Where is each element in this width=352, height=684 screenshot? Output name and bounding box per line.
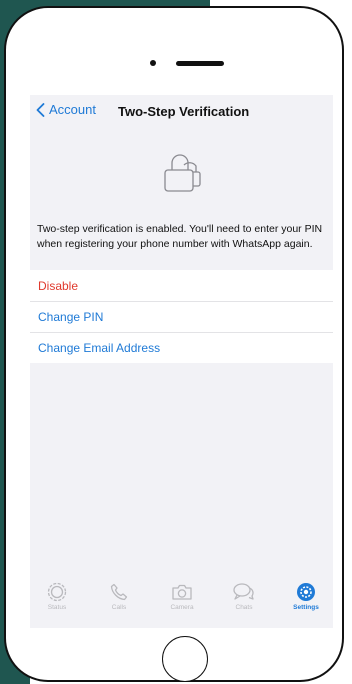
status-icon — [47, 582, 67, 602]
earpiece-speaker — [176, 61, 224, 66]
change-pin-button[interactable]: Change PIN — [30, 301, 333, 332]
gear-icon — [297, 583, 315, 601]
description-text: Two-step verification is enabled. You'll… — [37, 223, 323, 250]
change-email-button[interactable]: Change Email Address — [30, 332, 333, 363]
actions-list: Disable Change PIN Change Email Address — [30, 270, 333, 363]
tab-label-status: Status — [47, 604, 67, 611]
back-button-label: Account — [49, 102, 96, 117]
back-button[interactable]: Account — [36, 102, 96, 117]
disable-button[interactable]: Disable — [30, 270, 333, 301]
lock-icon — [160, 150, 202, 199]
navigation-bar: Account Two-Step Verification — [30, 95, 333, 131]
home-button[interactable] — [162, 636, 208, 682]
page-title: Two-Step Verification — [118, 104, 250, 119]
tab-label-calls: Calls — [111, 604, 127, 611]
tab-settings[interactable]: Settings — [281, 582, 331, 611]
chat-bubbles-icon — [233, 583, 254, 600]
tab-chats[interactable]: Chats — [219, 582, 269, 611]
tab-label-camera: Camera — [170, 604, 194, 611]
camera-icon — [172, 584, 192, 600]
chevron-left-icon — [36, 102, 45, 117]
tab-label-chats: Chats — [235, 604, 253, 611]
tab-calls[interactable]: Calls — [94, 582, 144, 611]
front-camera — [150, 60, 156, 66]
phone-icon — [110, 583, 128, 601]
tab-camera[interactable]: Camera — [157, 582, 207, 611]
tab-status[interactable]: Status — [32, 582, 82, 611]
tab-bar: Status Calls Camera Chats Settings — [30, 578, 333, 628]
app-screen: Account Two-Step Verification Two-step v… — [30, 95, 333, 628]
tab-label-settings: Settings — [293, 604, 319, 611]
